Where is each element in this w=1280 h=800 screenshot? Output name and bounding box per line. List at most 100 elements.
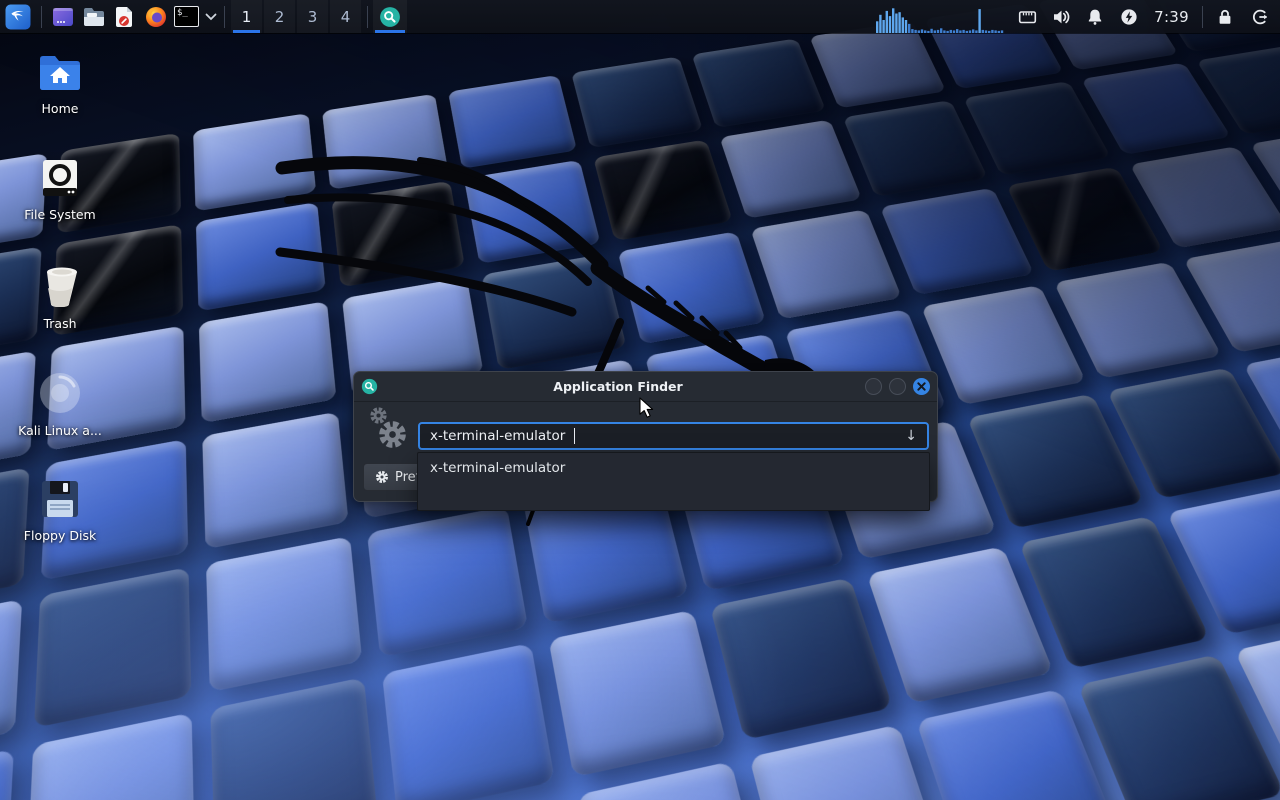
completion-dropdown: x-terminal-emulator xyxy=(417,452,930,511)
completion-item[interactable]: x-terminal-emulator xyxy=(418,453,929,483)
volume-tray-button[interactable] xyxy=(1044,0,1078,33)
desktop-icon-label: File System xyxy=(12,208,108,222)
taskbar-application-finder-button[interactable] xyxy=(373,0,407,33)
file-system-drive-icon xyxy=(39,157,81,199)
workspace-button-4[interactable]: 4 xyxy=(330,0,361,33)
bell-icon xyxy=(1085,7,1105,27)
panel-separator xyxy=(224,6,225,28)
launcher-terminal[interactable]: $_ xyxy=(171,0,202,33)
wallpaper-cube xyxy=(751,209,903,319)
workspace-number: 4 xyxy=(341,8,351,26)
chevron-down-icon xyxy=(205,13,217,21)
window-title: Application Finder xyxy=(378,379,858,394)
wallpaper-cube xyxy=(332,181,465,288)
launcher-firefox[interactable] xyxy=(140,0,171,33)
clock-text: 7:39 xyxy=(1154,8,1189,26)
folder-icon xyxy=(82,5,106,29)
wallpaper-cube xyxy=(367,506,528,657)
wallpaper-cube xyxy=(710,578,893,740)
wallpaper-cube xyxy=(720,120,863,219)
purple-window-icon xyxy=(51,5,75,29)
finder-titlebar[interactable]: Application Finder xyxy=(354,372,937,402)
workspace-number: 2 xyxy=(275,8,285,26)
wallpaper-cube xyxy=(692,38,826,128)
power-manager-tray-button[interactable] xyxy=(1112,0,1146,33)
logout-icon xyxy=(1249,7,1270,27)
applications-menu-button[interactable] xyxy=(0,0,36,33)
wallpaper-cube xyxy=(810,21,947,109)
wallpaper-cube xyxy=(206,536,362,692)
workspace-button-3[interactable]: 3 xyxy=(297,0,328,33)
wallpaper-cube xyxy=(618,231,766,344)
wallpaper-cube xyxy=(482,254,627,370)
wallpaper-cube xyxy=(382,643,555,800)
document-icon xyxy=(113,5,137,29)
workspace-number: 1 xyxy=(242,8,252,26)
volume-icon xyxy=(1051,7,1072,27)
desktop-icon-label: Kali Linux a... xyxy=(12,424,108,438)
network-icon xyxy=(1017,7,1038,27)
floppy-disk-icon xyxy=(39,478,81,520)
launcher-window-app[interactable] xyxy=(47,0,78,33)
wallpaper-cube xyxy=(322,94,448,190)
desktop-icon-home[interactable]: Home xyxy=(12,53,108,116)
gear-icon xyxy=(375,470,389,484)
panel-tray: 7:39 xyxy=(876,0,1280,33)
wallpaper-cube xyxy=(549,610,727,778)
trash-icon xyxy=(39,264,81,308)
wallpaper-cube xyxy=(211,677,379,800)
wallpaper-cube xyxy=(867,546,1054,704)
kali-docs-icon xyxy=(38,371,82,415)
entry-dropdown-arrow-icon[interactable]: ↓ xyxy=(905,428,917,444)
launcher-text-editor[interactable] xyxy=(109,0,140,33)
wallpaper-cube xyxy=(594,139,734,241)
workspace-number: 3 xyxy=(308,8,318,26)
wallpaper-cube xyxy=(750,724,948,800)
wallpaper-cube xyxy=(26,712,195,800)
panel-separator xyxy=(367,6,368,28)
search-icon xyxy=(379,6,401,28)
active-task-underline xyxy=(375,30,405,33)
power-icon xyxy=(1119,7,1139,27)
workspace-button-2[interactable]: 2 xyxy=(264,0,295,33)
minimize-button[interactable] xyxy=(865,378,882,395)
logout-button[interactable] xyxy=(1242,0,1276,33)
terminal-icon: $_ xyxy=(174,6,199,27)
lock-icon xyxy=(1215,7,1235,27)
desktop-icon-floppy[interactable]: Floppy Disk xyxy=(12,478,108,543)
network-tray-button[interactable] xyxy=(1010,0,1044,33)
lock-screen-button[interactable] xyxy=(1208,0,1242,33)
desktop-icon-file-system[interactable]: File System xyxy=(12,157,108,222)
panel-clock[interactable]: 7:39 xyxy=(1146,0,1197,33)
cpu-graph[interactable] xyxy=(876,0,1004,33)
wallpaper-cube xyxy=(0,599,23,765)
text-caret xyxy=(574,428,575,444)
wallpaper-cube xyxy=(448,75,577,169)
firefox-icon xyxy=(144,5,168,29)
workspace-button-1[interactable]: 1 xyxy=(231,0,262,33)
home-folder-icon xyxy=(37,53,83,93)
desktop-icon-trash[interactable]: Trash xyxy=(12,264,108,331)
terminal-launcher-menu-button[interactable] xyxy=(202,0,219,33)
desktop-icon-label: Home xyxy=(12,102,108,116)
desktop-icon-label: Trash xyxy=(12,317,108,331)
wallpaper-cube xyxy=(880,188,1035,296)
wallpaper-cube xyxy=(0,749,14,800)
application-gears-icon xyxy=(377,419,408,450)
search-input[interactable]: x-terminal-emulator ↓ xyxy=(418,422,929,450)
close-icon xyxy=(917,382,926,391)
wallpaper-cube xyxy=(194,113,317,211)
top-panel: $_ 1 2 3 4 xyxy=(0,0,1280,33)
panel-separator xyxy=(1202,6,1203,28)
notifications-tray-button[interactable] xyxy=(1078,0,1112,33)
active-workspace-underline xyxy=(233,30,260,33)
maximize-button[interactable] xyxy=(889,378,906,395)
desktop-icon-kali-docs[interactable]: Kali Linux a... xyxy=(12,371,108,438)
desktop-icon-label: Floppy Disk xyxy=(12,529,108,543)
wallpaper-cube xyxy=(572,56,704,148)
close-button[interactable] xyxy=(913,378,930,395)
kali-desktop: Home File System Trash xyxy=(0,0,1280,800)
launcher-file-manager[interactable] xyxy=(78,0,109,33)
wallpaper-cube xyxy=(464,160,601,264)
wallpaper-cube xyxy=(843,100,988,197)
